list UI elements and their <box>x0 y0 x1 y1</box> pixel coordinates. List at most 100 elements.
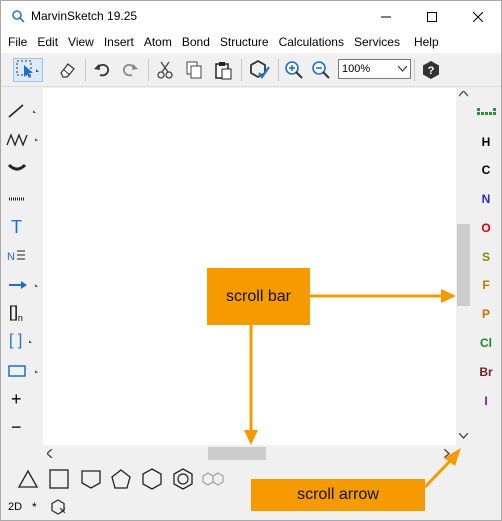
zoom-in-button[interactable] <box>282 58 306 82</box>
bracket-tool[interactable]: [] n <box>5 300 39 326</box>
menu-help[interactable]: Help <box>405 32 444 53</box>
undo-icon <box>94 64 109 77</box>
square-shape-button[interactable] <box>46 466 72 492</box>
toolbar-separator <box>148 59 149 81</box>
eraser-icon <box>60 63 75 78</box>
drawing-canvas[interactable] <box>43 88 456 445</box>
bracket-subscript: n <box>17 313 23 323</box>
svg-text:?: ? <box>428 65 435 77</box>
toolbar-separator <box>85 59 86 81</box>
element-c[interactable]: C <box>471 163 501 177</box>
scroll-down-arrow-icon[interactable] <box>459 433 468 439</box>
element-cl[interactable]: Cl <box>471 336 501 350</box>
element-o[interactable]: O <box>471 221 501 235</box>
reaction-text-icon: N <box>7 250 25 263</box>
single-bond-tool[interactable] <box>5 98 39 124</box>
hexagon-x-status-icon <box>51 499 66 515</box>
undo-button[interactable] <box>90 58 114 82</box>
select-tool-button[interactable] <box>13 58 43 82</box>
menu-edit[interactable]: Edit <box>32 32 63 53</box>
rectangle-tool[interactable] <box>5 358 39 384</box>
square-icon <box>49 469 69 489</box>
element-br[interactable]: Br <box>471 365 501 379</box>
hashed-bond-icon <box>9 197 25 201</box>
rectangle-select-icon <box>16 60 39 78</box>
scissors-icon <box>157 61 173 79</box>
title-bar: MarvinSketch 19.25 <box>1 1 501 32</box>
left-tool-panel: T N [] n [ ] + − <box>1 88 43 448</box>
menu-structure[interactable]: Structure <box>215 32 274 53</box>
increase-charge-tool[interactable]: + <box>5 386 39 412</box>
vertical-scroll-thumb[interactable] <box>457 224 470 306</box>
toolbar-separator <box>414 59 415 81</box>
bracket-tool-label: [] <box>9 304 18 321</box>
paste-icon <box>215 62 232 80</box>
element-f[interactable]: F <box>471 278 501 292</box>
clean-hexagon-check-icon <box>250 59 270 79</box>
toolbar-separator <box>278 59 279 81</box>
hexagon-ring-button[interactable] <box>139 466 165 492</box>
cut-button[interactable] <box>153 58 177 82</box>
chain-tool[interactable] <box>5 126 39 152</box>
menu-view[interactable]: View <box>63 32 99 53</box>
redo-button[interactable] <box>118 58 142 82</box>
element-s[interactable]: S <box>471 250 501 264</box>
menu-bar: File Edit View Insert Atom Bond Structur… <box>1 32 501 53</box>
menu-calculations[interactable]: Calculations <box>274 32 349 53</box>
bold-bond-tool[interactable] <box>5 154 39 180</box>
copy-button[interactable] <box>182 58 206 82</box>
menu-file[interactable]: File <box>1 32 32 53</box>
horizontal-scrollbar[interactable] <box>43 445 456 462</box>
menu-services[interactable]: Services <box>349 32 405 53</box>
naphthalene-ring-button[interactable] <box>201 466 227 492</box>
element-n[interactable]: N <box>471 192 501 206</box>
zoom-select[interactable]: 100% <box>338 59 411 79</box>
periodic-table-icon[interactable] <box>477 106 497 116</box>
reaction-tool[interactable]: N <box>5 242 39 268</box>
triangle-shape-button[interactable] <box>15 466 41 492</box>
menu-bond[interactable]: Bond <box>177 32 215 53</box>
pentagon-ring-button[interactable] <box>108 466 134 492</box>
scroll-right-arrow-icon[interactable] <box>444 449 450 458</box>
minimize-button[interactable] <box>363 1 409 32</box>
vertical-scrollbar[interactable] <box>456 88 471 445</box>
element-h[interactable]: H <box>471 135 501 149</box>
maximize-button[interactable] <box>409 1 455 32</box>
pentagon-shape-button[interactable] <box>78 466 104 492</box>
square-bracket-tool[interactable]: [ ] <box>5 328 39 354</box>
scroll-left-arrow-icon[interactable] <box>47 449 53 458</box>
close-icon <box>473 11 483 22</box>
rectangle-icon <box>8 365 38 377</box>
element-p[interactable]: P <box>471 307 501 321</box>
toolbar-separator <box>241 59 242 81</box>
chevron-down-icon <box>29 340 33 343</box>
scroll-up-arrow-icon[interactable] <box>459 91 468 97</box>
close-button[interactable] <box>455 1 501 32</box>
paste-button[interactable] <box>211 58 235 82</box>
horizontal-scroll-thumb[interactable] <box>208 447 266 460</box>
hexagon-icon <box>142 468 162 490</box>
zoom-in-icon <box>285 61 303 79</box>
maximize-icon <box>427 11 437 22</box>
bold-bond-icon <box>7 163 27 171</box>
element-i[interactable]: I <box>471 394 501 408</box>
redo-icon <box>123 64 138 77</box>
scroll-arrow-callout: scroll arrow <box>251 479 425 511</box>
help-button[interactable]: ? <box>419 58 443 82</box>
hashed-bond-tool[interactable] <box>5 186 39 212</box>
bond-line-icon <box>8 104 36 118</box>
text-tool[interactable]: T <box>5 214 39 240</box>
menu-atom[interactable]: Atom <box>139 32 177 53</box>
clean-structure-button[interactable] <box>248 58 272 82</box>
arrow-tool[interactable] <box>5 272 39 298</box>
menu-insert[interactable]: Insert <box>99 32 139 53</box>
erase-button[interactable] <box>55 58 79 82</box>
arrow-right-icon <box>9 281 38 289</box>
zoom-out-button[interactable] <box>309 58 333 82</box>
chevron-down-icon <box>398 66 407 72</box>
element-panel: H C N O S F P Cl Br I <box>471 88 501 462</box>
benzene-icon <box>173 468 193 490</box>
benzene-ring-button[interactable] <box>170 466 196 492</box>
decrease-charge-tool[interactable]: − <box>5 414 39 440</box>
triangle-icon <box>17 469 39 488</box>
